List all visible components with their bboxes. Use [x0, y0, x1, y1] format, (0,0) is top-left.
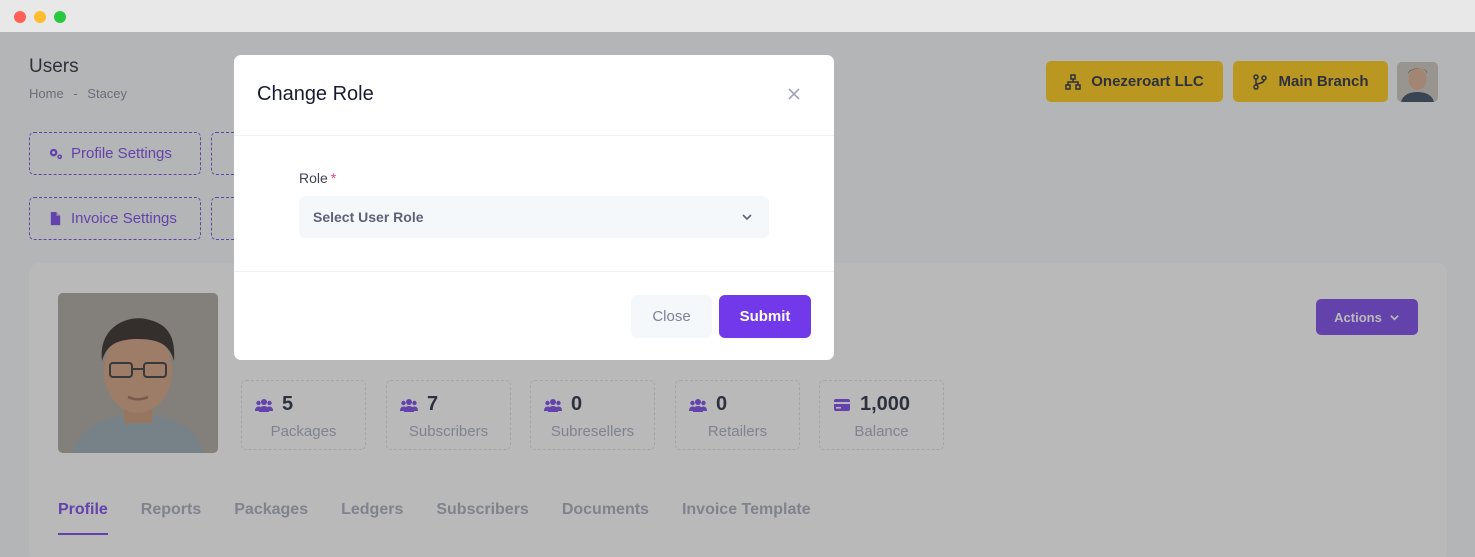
chevron-down-icon	[742, 214, 752, 221]
window-minimize-dot[interactable]	[34, 11, 46, 23]
required-mark: *	[330, 170, 337, 186]
modal-title: Change Role	[257, 83, 374, 105]
modal-footer: Close Submit	[234, 272, 834, 360]
modal-body: Role * Select User Role	[234, 136, 834, 272]
window-close-dot[interactable]	[14, 11, 26, 23]
role-label-text: Role	[299, 170, 328, 186]
close-button[interactable]: Close	[631, 295, 712, 338]
window-maximize-dot[interactable]	[54, 11, 66, 23]
change-role-modal: Change Role Role * Select User Role Close…	[234, 55, 834, 360]
window-titlebar	[0, 0, 1475, 32]
modal-header: Change Role	[234, 55, 834, 136]
role-field-label: Role *	[299, 170, 336, 186]
role-select[interactable]: Select User Role	[299, 196, 769, 238]
submit-button[interactable]: Submit	[719, 295, 811, 338]
close-icon[interactable]	[786, 86, 802, 102]
app-viewport: Users Home - Stacey Onezeroart LLC Main …	[0, 32, 1475, 557]
role-select-value: Select User Role	[313, 209, 424, 225]
